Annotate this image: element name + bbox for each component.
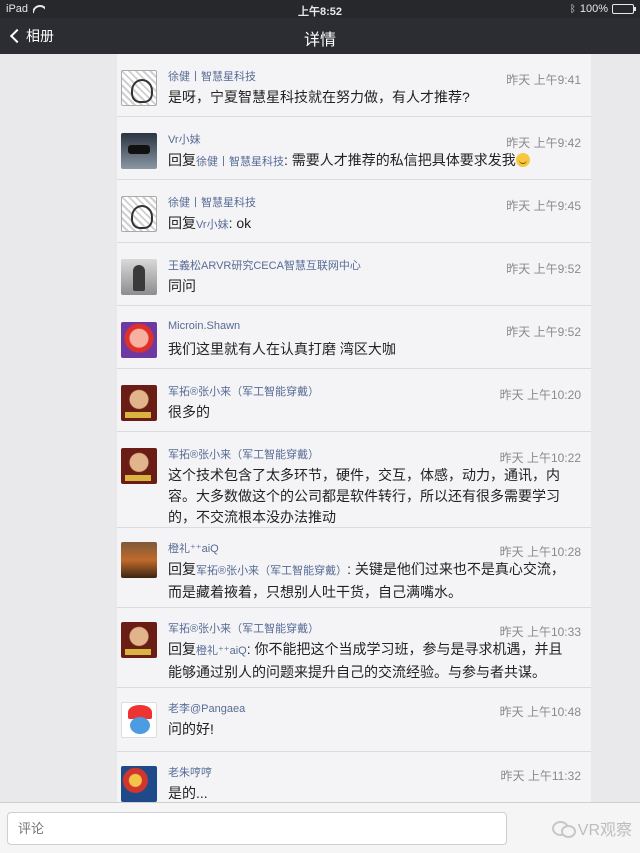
battery-icon [612, 4, 636, 14]
comment-time: 昨天 上午10:48 [499, 705, 581, 719]
comment-item: 军拓®张小来（军工智能穿戴） 昨天 上午10:22 这个技术包含了太多环节，硬件… [117, 432, 591, 528]
reply-prefix: 回复 [168, 561, 196, 577]
avatar-smurf[interactable] [121, 702, 157, 738]
comment-time: 昨天 上午10:20 [499, 388, 581, 402]
comment-line: 回复橙礼⁺⁺aiQ: 你不能把这个当成学习班，参与是寻求机遇，并且 [168, 639, 588, 662]
reply-to-user[interactable]: 军拓®张小来（军工智能穿戴） [196, 565, 347, 577]
reply-to-user[interactable]: Vr小妹 [196, 219, 229, 231]
comment-time: 昨天 上午9:41 [506, 73, 581, 87]
comment-text: 问的好! [168, 719, 588, 740]
comment-author[interactable]: 橙礼⁺⁺aiQ [168, 540, 219, 556]
avatar-zhang[interactable] [121, 622, 157, 658]
comment-body: 同问 [168, 278, 196, 294]
comment-body: : 需要人才推荐的私信把具体要求发我 [284, 152, 516, 168]
comment-author[interactable]: 军拓®张小来（军工智能穿戴） [168, 383, 319, 399]
comment-body: : 你不能把这个当成学习班，参与是寻求机遇，并且 [246, 641, 563, 657]
clock: 上午8:52 [297, 6, 343, 18]
comment-author[interactable]: 王義松ARVR研究CECA智慧互联网中心 [168, 257, 361, 273]
comment-body: 是呀，宁夏智慧星科技就在努力做，有人才推荐? [168, 89, 470, 105]
reply-to-user[interactable]: 徐健丨智慧星科技 [196, 156, 284, 168]
comment-item: 徐健丨智慧星科技 昨天 上午9:41 是呀，宁夏智慧星科技就在努力做，有人才推荐… [117, 54, 591, 117]
watermark-text: VR观察 [577, 822, 632, 839]
comment-item: Microin.Shawn 昨天 上午9:52 我们这里就有人在认真打磨 湾区大… [117, 306, 591, 369]
comment-time: 昨天 上午9:45 [506, 199, 581, 213]
avatar-cartoon[interactable] [121, 322, 157, 358]
comment-author[interactable]: 军拓®张小来（军工智能穿戴） [168, 620, 319, 636]
comment-text: 这个技术包含了太多环节，硬件，交互，体感，动力，通讯，内 容。大多数做这个的公司… [168, 465, 588, 528]
comment-list[interactable]: 徐健丨智慧星科技 昨天 上午9:41 是呀，宁夏智慧星科技就在努力做，有人才推荐… [117, 54, 591, 802]
comment-line: 这个技术包含了太多环节，硬件，交互，体感，动力，通讯，内 [168, 467, 560, 483]
comment-body: : 关键是他们过来也不是真心交流， [347, 561, 565, 577]
comment-text: 很多的 [168, 402, 588, 423]
status-bar: iPad 上午8:52 ᛒ 100% [0, 0, 640, 18]
avatar-vr-headset[interactable] [121, 133, 157, 169]
comment-input[interactable] [7, 812, 507, 845]
avatar-zhang[interactable] [121, 448, 157, 484]
comment-time: 昨天 上午10:33 [499, 625, 581, 639]
comment-body: 很多的 [168, 404, 210, 420]
comment-author[interactable]: 徐健丨智慧星科技 [168, 194, 256, 210]
comment-time: 昨天 上午10:22 [499, 451, 581, 465]
bluetooth-icon: ᛒ [569, 3, 576, 15]
comment-body: 问的好! [168, 721, 214, 737]
comment-item: 徐健丨智慧星科技 昨天 上午9:45 回复Vr小妹: ok [117, 180, 591, 243]
comment-text: 是的... [168, 783, 588, 802]
comment-time: 昨天 上午9:52 [506, 262, 581, 276]
comment-item: 老李@Pangaea 昨天 上午10:48 问的好! [117, 688, 591, 752]
reply-prefix: 回复 [168, 215, 196, 231]
comment-text: 同问 [168, 276, 588, 297]
comment-item: 王義松ARVR研究CECA智慧互联网中心 昨天 上午9:52 同问 [117, 243, 591, 306]
avatar-zhang[interactable] [121, 385, 157, 421]
comment-text: 回复徐健丨智慧星科技: 需要人才推荐的私信把具体要求发我 [168, 150, 588, 173]
comment-author[interactable]: 老朱哼哼 [168, 764, 212, 780]
comment-line: 容。大多数做这个的公司都是软件转行，所以还有很多需要学习 [168, 488, 560, 504]
comment-item: 老朱哼哼 昨天 上午11:32 是的... [117, 752, 591, 802]
avatar-person[interactable] [121, 259, 157, 295]
reply-prefix: 回复 [168, 641, 196, 657]
battery-percent: 100% [579, 3, 608, 15]
comment-line: 的，不交流根本没办法推动 [168, 509, 336, 525]
comment-time: 昨天 上午11:32 [500, 769, 581, 783]
comment-line: 能够通过别人的问题来提升自己的交流经验。与参与者共谋。 [168, 664, 546, 680]
comment-time: 昨天 上午9:52 [506, 325, 581, 339]
comment-item: 橙礼⁺⁺aiQ 昨天 上午10:28 回复军拓®张小来（军工智能穿戴）: 关键是… [117, 528, 591, 608]
comment-text: 回复Vr小妹: ok [168, 213, 588, 236]
page-title: 详情 [303, 32, 336, 49]
reply-to-user[interactable]: 橙礼⁺⁺aiQ [196, 645, 247, 657]
comment-item: Vr小妹 昨天 上午9:42 回复徐健丨智慧星科技: 需要人才推荐的私信把具体要… [117, 117, 591, 180]
smile-emoji-icon [515, 153, 530, 167]
comment-body: 是的... [168, 785, 208, 801]
comment-author[interactable]: 徐健丨智慧星科技 [168, 68, 256, 84]
avatar-colorful[interactable] [121, 766, 157, 802]
comment-text: 回复橙礼⁺⁺aiQ: 你不能把这个当成学习班，参与是寻求机遇，并且 能够通过别人… [168, 639, 588, 683]
reply-prefix: 回复 [168, 152, 196, 168]
comment-text: 我们这里就有人在认真打磨 湾区大咖 [168, 339, 588, 360]
comment-item: 军拓®张小来（军工智能穿戴） 昨天 上午10:33 回复橙礼⁺⁺aiQ: 你不能… [117, 608, 591, 688]
avatar-food[interactable] [121, 542, 157, 578]
comment-line: 而是藏着掖着，只想别人吐干货，自己满嘴水。 [168, 584, 462, 600]
comment-line: 回复军拓®张小来（军工智能穿戴）: 关键是他们过来也不是真心交流， [168, 559, 588, 582]
avatar-manga[interactable] [121, 70, 157, 106]
avatar-manga[interactable] [121, 196, 157, 232]
comment-author[interactable]: Vr小妹 [168, 131, 201, 147]
nav-bar: 相册 详情 [0, 18, 640, 54]
comment-text: 回复军拓®张小来（军工智能穿戴）: 关键是他们过来也不是真心交流， 而是藏着掖着… [168, 559, 588, 603]
comment-author[interactable]: Microin.Shawn [168, 320, 240, 332]
comment-body: : ok [228, 215, 252, 231]
comment-time: 昨天 上午9:42 [506, 136, 581, 150]
comment-author[interactable]: 老李@Pangaea [168, 700, 245, 716]
comment-text: 是呀，宁夏智慧星科技就在努力做，有人才推荐? [168, 87, 588, 108]
comment-body: 我们这里就有人在认真打磨 湾区大咖 [168, 341, 396, 357]
comment-author[interactable]: 军拓®张小来（军工智能穿戴） [168, 446, 319, 462]
comment-time: 昨天 上午10:28 [499, 545, 581, 559]
watermark: VR观察 [551, 816, 632, 840]
comment-item: 军拓®张小来（军工智能穿戴） 昨天 上午10:20 很多的 [117, 369, 591, 432]
comment-bar: VR观察 [0, 802, 640, 853]
wechat-icon [551, 819, 576, 838]
